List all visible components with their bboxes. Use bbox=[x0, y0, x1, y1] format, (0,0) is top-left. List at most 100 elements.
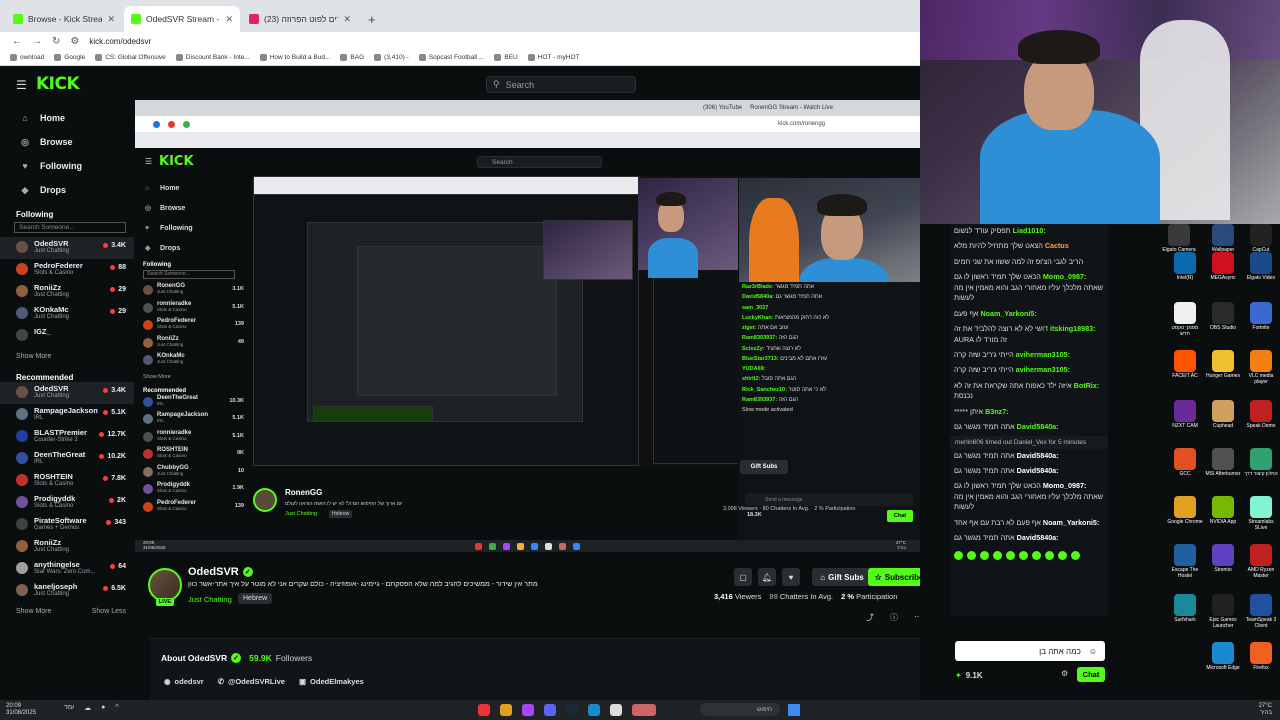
gift-subs-button[interactable]: ⌂ Gift Subs bbox=[812, 568, 872, 586]
edge-icon[interactable] bbox=[588, 704, 600, 716]
emote-icon[interactable] bbox=[967, 550, 976, 560]
sidebar-nav-following[interactable]: ♥ Following bbox=[0, 154, 134, 178]
search-input[interactable]: ⚲ Search bbox=[486, 76, 636, 93]
emote-icon[interactable] bbox=[1045, 550, 1054, 560]
desktop-icon[interactable]: Streamlabs SLive bbox=[1242, 496, 1280, 532]
sidebar-nav-home[interactable]: ⌂ Home bbox=[0, 106, 134, 130]
bookmark-item[interactable]: Sopcast Football ... bbox=[418, 54, 484, 61]
bookmark-item[interactable]: CS: Global Offensive bbox=[95, 54, 166, 61]
app-icon[interactable] bbox=[522, 704, 534, 716]
sidebar-channel[interactable]: KOnkaMc Just Chatting 29 bbox=[0, 303, 134, 325]
bell-icon[interactable]: 🔔︎ bbox=[758, 568, 776, 586]
sidebar-nav-drops[interactable]: ◆ Drops bbox=[0, 178, 134, 202]
tab-close-icon[interactable]: ✕ bbox=[225, 14, 233, 25]
desktop-icon[interactable]: מסמך טקסט חדש bbox=[1166, 302, 1204, 338]
sidebar-channel[interactable]: OdedSVR Just Chatting 3.4K bbox=[0, 237, 134, 259]
discord-icon[interactable] bbox=[544, 704, 556, 716]
chat-username[interactable]: David5840a: bbox=[1017, 466, 1059, 475]
desktop-icon[interactable]: NZXT CAM bbox=[1166, 400, 1204, 430]
subscribe-button[interactable]: ☆ Subscribe bbox=[868, 568, 920, 586]
chat-username[interactable]: Noam_Yarkoni5: bbox=[980, 309, 1036, 318]
windows-start-icon[interactable] bbox=[788, 704, 800, 716]
sidebar-nav-browse[interactable]: ◎ Browse bbox=[0, 130, 134, 154]
app-icon[interactable] bbox=[632, 704, 656, 716]
bookmark-item[interactable]: Google bbox=[54, 54, 85, 61]
sidebar-channel[interactable]: kaneljoseph Just Chatting 6.5K bbox=[0, 580, 134, 602]
back-icon[interactable]: ← bbox=[12, 36, 22, 47]
desktop-icon[interactable]: NVIDIA App bbox=[1204, 496, 1242, 526]
desktop-icon[interactable]: Firefox bbox=[1242, 642, 1280, 672]
streamer-avatar[interactable] bbox=[148, 568, 182, 602]
desktop-icon[interactable]: Intel(R) bbox=[1166, 252, 1204, 282]
emote-icon[interactable] bbox=[980, 550, 989, 560]
desktop-icon[interactable]: AMD Ryzen Master bbox=[1242, 544, 1280, 580]
sidebar-channel[interactable]: RampageJackson IRL 5.1K bbox=[0, 404, 134, 426]
chat-username[interactable]: itsking18983: bbox=[1050, 324, 1096, 333]
sidebar-channel[interactable]: PirateSoftware Games + Demos 343 bbox=[0, 514, 134, 536]
emote-icon[interactable] bbox=[993, 550, 1002, 560]
emote-icon[interactable] bbox=[1058, 550, 1067, 560]
video-player[interactable]: (306) YouTube RonenGG Stream - Watch Liv… bbox=[135, 100, 920, 552]
desktop-icon[interactable]: TeamSpeak 3 Client bbox=[1242, 594, 1280, 630]
browser-tab[interactable]: (23) ג'ריב אבודים לפוט הפרוזה ✕ bbox=[242, 6, 358, 32]
chat-username[interactable]: BotRix: bbox=[1074, 381, 1100, 390]
desktop-icon[interactable]: Hunger Games bbox=[1204, 350, 1242, 380]
taskbar-clock[interactable]: 20:09 31/08/2025 bbox=[6, 703, 36, 717]
follow-heart-icon[interactable]: ♥ bbox=[782, 568, 800, 586]
chat-username[interactable]: David5840a: bbox=[1017, 422, 1059, 431]
desktop-icon[interactable]: MEGAsync bbox=[1204, 252, 1242, 282]
chat-username[interactable]: Momo_0987: bbox=[1043, 481, 1087, 490]
bookmark-item[interactable]: How to Build a Bud... bbox=[259, 54, 330, 61]
desktop-icon[interactable]: Speak Demo bbox=[1242, 400, 1280, 430]
new-tab-button[interactable]: + bbox=[360, 12, 384, 32]
tray-up-icon[interactable]: ^ bbox=[115, 704, 118, 712]
sidebar-channel[interactable]: anythingelse Star Wars: Zero Com... 64 bbox=[0, 558, 134, 580]
chat-username[interactable]: Momo_0987: bbox=[1043, 272, 1087, 281]
chat-username[interactable]: David5840a: bbox=[1017, 451, 1059, 460]
sidebar-channel[interactable]: OdedSVR Just Chatting 3.4K bbox=[0, 382, 134, 404]
desktop-icon[interactable]: החלון קיצור דרך bbox=[1242, 448, 1280, 478]
chat-username[interactable]: Cactus bbox=[1045, 241, 1069, 250]
forward-icon[interactable]: → bbox=[32, 36, 42, 47]
sidebar-channel[interactable]: IGZ_ bbox=[0, 325, 134, 347]
sidebar-channel[interactable]: PedroFederer Slots & Casino 88 bbox=[0, 259, 134, 281]
steam-icon[interactable] bbox=[566, 704, 578, 716]
desktop-icon[interactable]: VLC media player bbox=[1242, 350, 1280, 386]
desktop-icon[interactable]: Escape The Hostel bbox=[1166, 544, 1204, 580]
desktop-icon[interactable]: Elgato Video bbox=[1242, 252, 1280, 282]
emoji-icon[interactable]: ☺ bbox=[1089, 647, 1097, 656]
social-link[interactable]: ▣ OdedElmakyes bbox=[299, 677, 364, 686]
emote-icon[interactable] bbox=[1006, 550, 1015, 560]
tab-close-icon[interactable]: ✕ bbox=[107, 14, 115, 25]
settings-icon[interactable]: ⚙ bbox=[1061, 669, 1068, 678]
reload-icon[interactable]: ↻ bbox=[52, 36, 60, 47]
clip-icon[interactable]: ▢ bbox=[734, 568, 752, 586]
bookmark-item[interactable]: HOT - myHOT bbox=[527, 54, 580, 61]
sidebar-channel[interactable]: Prodigyddk Slots & Casino 2K bbox=[0, 492, 134, 514]
mic-icon[interactable]: ● bbox=[101, 704, 105, 712]
desktop-icon[interactable]: Fortnite bbox=[1242, 302, 1280, 332]
emote-icon[interactable] bbox=[1032, 550, 1041, 560]
sidebar-channel[interactable]: DeenTheGreat IRL 10.2K bbox=[0, 448, 134, 470]
chat-send-button[interactable]: Chat bbox=[1077, 667, 1105, 682]
stream-tag[interactable]: Hebrew bbox=[238, 593, 273, 604]
more-icon[interactable]: ⋯ bbox=[914, 612, 920, 623]
social-link[interactable]: ✆ @OdedSVRLive bbox=[218, 677, 285, 686]
tab-close-icon[interactable]: ✕ bbox=[343, 14, 351, 25]
desktop-icon[interactable]: MSI Afterburner bbox=[1204, 448, 1242, 478]
desktop-icon[interactable]: Surfshark bbox=[1166, 594, 1204, 624]
bookmark-item[interactable]: ownload bbox=[10, 54, 44, 61]
show-less-button[interactable]: Show Less bbox=[92, 608, 126, 615]
social-link[interactable]: ◉ odedsvr bbox=[164, 677, 204, 686]
share-icon[interactable]: ⤴ bbox=[866, 612, 874, 623]
chat-username[interactable]: Liad1010: bbox=[1013, 226, 1046, 235]
chat-username[interactable]: B3nz7: bbox=[985, 407, 1009, 416]
chat-username[interactable]: David5840a: bbox=[1017, 533, 1059, 542]
url-field[interactable]: kick.com/odedsvr bbox=[89, 37, 151, 46]
bookmark-item[interactable]: Discount Bank - Inte... bbox=[175, 54, 250, 61]
emote-icon[interactable] bbox=[1019, 550, 1028, 560]
bookmark-item[interactable]: BAG bbox=[340, 54, 364, 61]
emote-icon[interactable] bbox=[1071, 550, 1080, 560]
kick-logo[interactable]: KICK bbox=[36, 74, 80, 94]
browser-tab[interactable]: OdedSVR Stream - Watch Li ✕ bbox=[124, 6, 240, 32]
